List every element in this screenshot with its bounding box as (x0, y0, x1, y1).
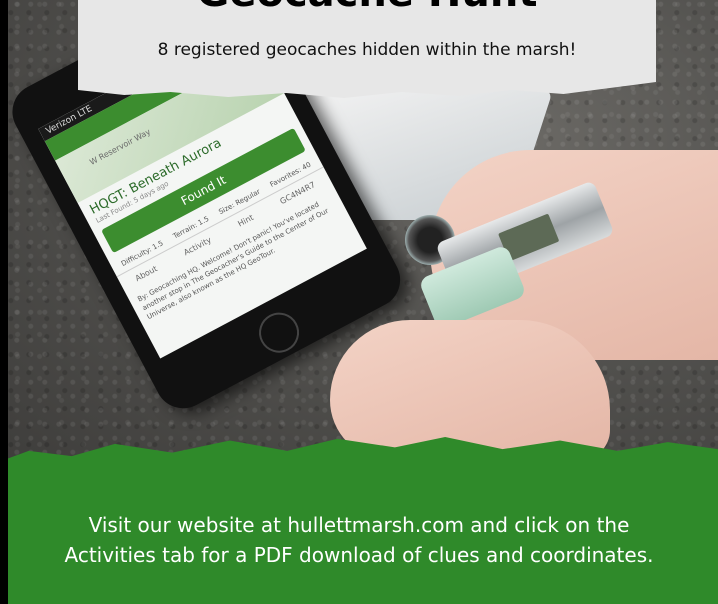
footer-banner: Visit our website at hullettmarsh.com an… (0, 436, 718, 604)
page-title: Geocache Hunt (78, 0, 656, 16)
hand-bottom (330, 320, 610, 460)
page-subtitle: 8 registered geocaches hidden within the… (157, 40, 577, 60)
tab-hint: Hint (236, 212, 256, 229)
home-button-icon (252, 305, 307, 360)
left-border (0, 0, 8, 604)
poster: Verizon LTE W Reservoir Way HQGT: Beneat… (0, 0, 718, 604)
header-banner: Geocache Hunt 8 registered geocaches hid… (78, 0, 656, 98)
footer-text: Visit our website at hullettmarsh.com an… (64, 513, 654, 567)
